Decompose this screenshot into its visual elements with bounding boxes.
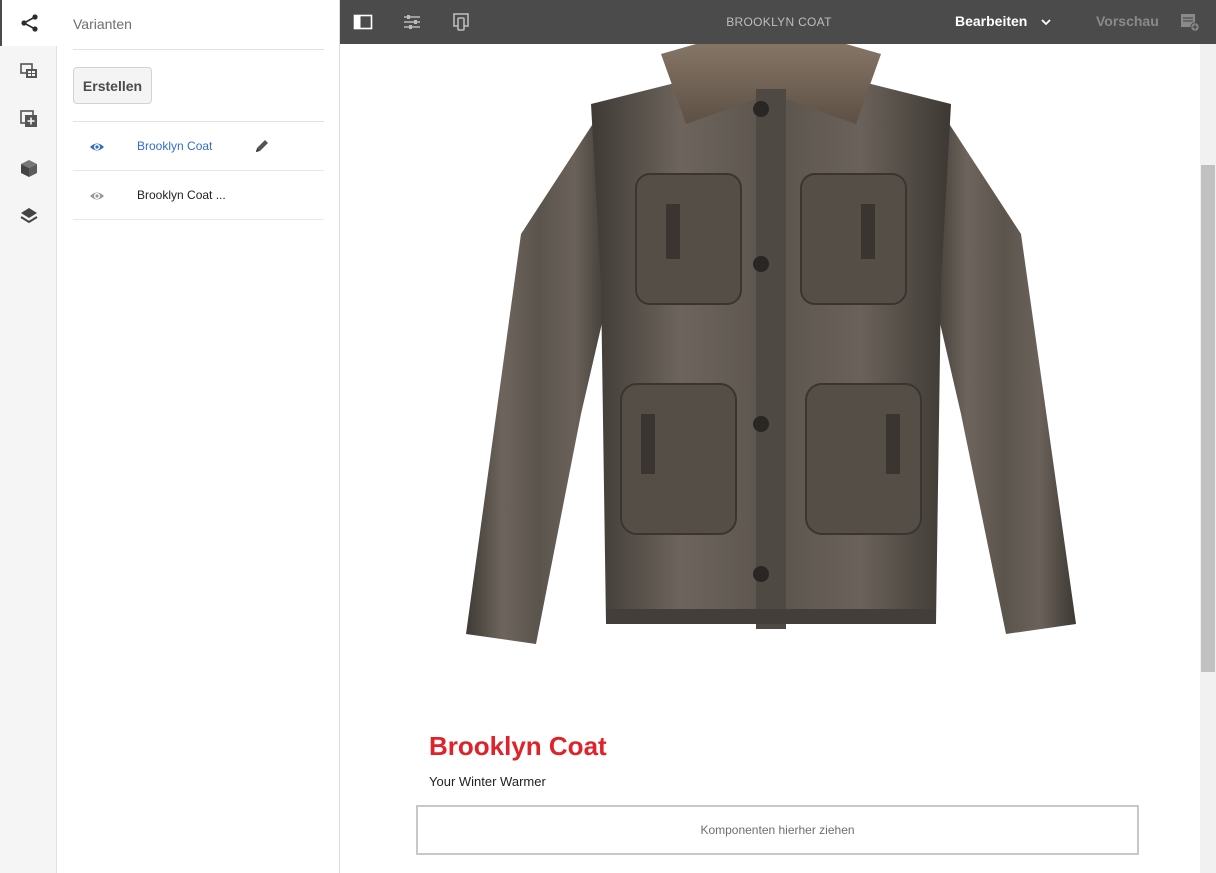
toggle-side-panel-icon[interactable]	[353, 12, 373, 32]
layers-icon	[19, 208, 38, 224]
eye-icon[interactable]	[89, 139, 105, 155]
pencil-icon[interactable]	[254, 138, 270, 154]
create-button[interactable]: Erstellen	[73, 67, 152, 104]
product-image[interactable]	[461, 44, 1081, 654]
eye-icon[interactable]	[89, 188, 105, 204]
preview-button[interactable]: Vorschau	[1096, 13, 1159, 29]
rail-components-button[interactable]	[0, 96, 57, 142]
panel-title: Varianten	[73, 16, 132, 32]
product-subtitle[interactable]: Your Winter Warmer	[429, 774, 546, 789]
scrollbar-thumb[interactable]	[1201, 165, 1215, 672]
component-dropzone[interactable]: Komponenten hierher ziehen	[416, 805, 1139, 855]
assets-icon	[19, 63, 37, 78]
rail-variants-button[interactable]	[0, 0, 58, 46]
rail-assets-button[interactable]	[0, 48, 57, 94]
side-rail	[0, 0, 58, 873]
page-canvas: Brooklyn Coat Your Winter Warmer Kompone…	[341, 44, 1200, 873]
page-properties-icon[interactable]	[402, 12, 422, 32]
add-component-icon	[19, 110, 37, 127]
variant-label: Brooklyn Coat	[137, 139, 213, 153]
editor-toolbar: BROOKLYN COAT Bearbeiten Vorschau	[340, 0, 1216, 44]
variants-panel: Varianten Erstellen Brooklyn Coat Brookl…	[57, 0, 340, 873]
variant-label: Brooklyn Coat ...	[137, 188, 226, 202]
share-nodes-icon	[21, 14, 38, 32]
mode-selector[interactable]: Bearbeiten	[955, 13, 1027, 29]
emulator-icon[interactable]	[451, 12, 471, 32]
variant-item-master[interactable]: Brooklyn Coat	[73, 122, 324, 171]
page-title: BROOKLYN COAT	[726, 15, 832, 29]
annotate-icon[interactable]	[1180, 12, 1200, 32]
panel-divider	[73, 49, 324, 50]
box-icon	[20, 160, 37, 177]
variant-item-second[interactable]: Brooklyn Coat ...	[73, 171, 324, 220]
rail-layers-button[interactable]	[0, 193, 57, 239]
chevron-down-icon[interactable]	[1040, 17, 1052, 27]
product-title[interactable]: Brooklyn Coat	[429, 731, 607, 762]
rail-product-button[interactable]	[0, 145, 57, 191]
